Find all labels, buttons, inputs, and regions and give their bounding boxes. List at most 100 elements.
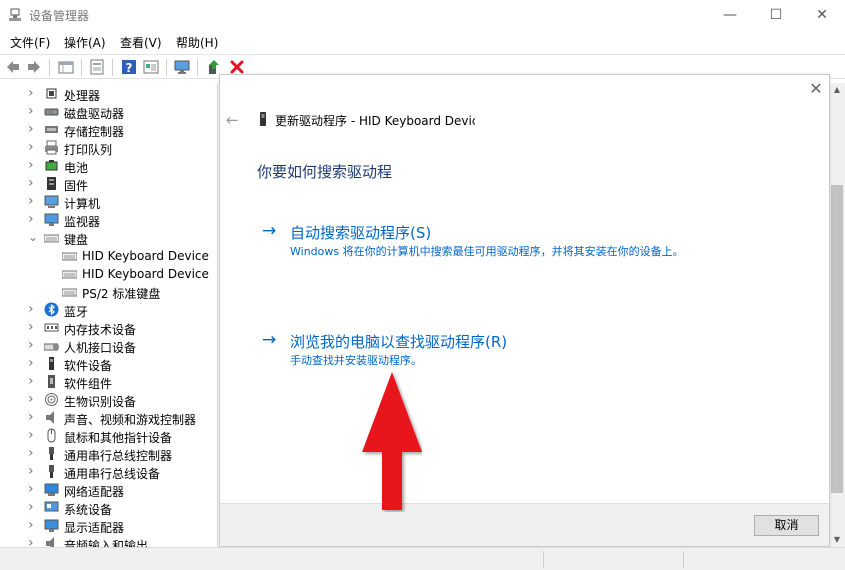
chevron-right-icon[interactable]: ›	[28, 392, 38, 406]
menu-bar: 文件(F) 操作(A) 查看(V) 帮助(H)	[0, 31, 845, 52]
tree-node-label: 计算机	[64, 197, 101, 211]
chevron-right-icon[interactable]: ›	[28, 356, 38, 370]
tree-node[interactable]: › 系统设备	[0, 499, 217, 517]
tree-node[interactable]: › 电池	[0, 157, 217, 175]
device-manager-icon	[9, 8, 21, 21]
tree-node[interactable]: › 磁盘驱动器	[0, 103, 217, 121]
tree-node[interactable]: › 音频输入和输出	[0, 535, 217, 547]
chevron-right-icon[interactable]: ›	[28, 86, 38, 100]
chevron-right-icon[interactable]: ›	[28, 464, 38, 478]
minimize-button[interactable]: —	[707, 0, 753, 31]
chevron-right-icon[interactable]: ›	[28, 212, 38, 226]
keyboard-icon	[62, 252, 77, 261]
mouse-icon	[47, 428, 56, 443]
tree-node[interactable]: › 存储控制器	[0, 121, 217, 139]
tree-node-label: 软件组件	[64, 377, 113, 391]
back-arrow-icon[interactable]: ←	[226, 111, 239, 129]
chevron-right-icon[interactable]: ›	[28, 176, 38, 190]
tree-node[interactable]: › 显示适配器	[0, 517, 217, 535]
update-driver-icon[interactable]	[206, 59, 222, 75]
menu-view[interactable]: 查看(V)	[120, 34, 162, 51]
menu-help[interactable]: 帮助(H)	[176, 34, 218, 51]
arrow-right-icon: →	[262, 221, 277, 241]
chevron-right-icon[interactable]: ›	[28, 500, 38, 514]
tree-node[interactable]: › 生物识别设备	[0, 391, 217, 409]
close-button[interactable]: ✕	[799, 0, 845, 31]
tree-node-label: 固件	[64, 179, 89, 193]
vertical-scrollbar[interactable]: ▲ ▼	[829, 83, 845, 547]
tree-node[interactable]: › 鼠标和其他指针设备	[0, 427, 217, 445]
tree-node-label: 磁盘驱动器	[64, 107, 125, 121]
tree-node-label: 生物识别设备	[64, 395, 137, 409]
option-auto-search[interactable]: → 自动搜索驱动程序(S) Windows 将在你的计算机中搜索最佳可用驱动程序…	[262, 221, 782, 271]
tree-node[interactable]: › 处理器	[0, 85, 217, 103]
chevron-right-icon[interactable]: ›	[28, 338, 38, 352]
help-icon[interactable]: ?	[121, 59, 137, 75]
tree-node-label: 音频输入和输出	[64, 539, 149, 547]
tree-node[interactable]: HID Keyboard Device	[0, 247, 217, 265]
tree-node[interactable]: ⌄ 键盘	[0, 229, 217, 247]
uninstall-icon[interactable]	[229, 59, 245, 75]
tree-node[interactable]: › 固件	[0, 175, 217, 193]
menu-action[interactable]: 操作(A)	[64, 34, 106, 51]
disk-drive-icon	[44, 108, 59, 116]
dialog-close-button[interactable]: ✕	[808, 81, 824, 97]
chevron-right-icon[interactable]: ›	[28, 482, 38, 496]
tree-node[interactable]: › 通用串行总线设备	[0, 463, 217, 481]
tree-node[interactable]: › 蓝牙	[0, 301, 217, 319]
keyboard-icon	[62, 270, 77, 279]
back-icon[interactable]	[5, 59, 21, 75]
window-title: 设备管理器	[29, 9, 90, 23]
chevron-right-icon[interactable]: ›	[28, 428, 38, 442]
tree-node-label: 通用串行总线控制器	[64, 449, 173, 463]
chevron-right-icon[interactable]: ›	[28, 320, 38, 334]
option-title[interactable]: 自动搜索驱动程序(S)	[290, 222, 431, 243]
tree-node[interactable]: › 人机接口设备	[0, 337, 217, 355]
tree-node[interactable]: › 监视器	[0, 211, 217, 229]
chevron-right-icon[interactable]: ›	[28, 104, 38, 118]
chevron-right-icon[interactable]: ›	[28, 374, 38, 388]
tree-node[interactable]: › 软件设备	[0, 355, 217, 373]
monitor-icon[interactable]	[174, 59, 190, 75]
tree-node-label: 电池	[64, 161, 89, 175]
printer-icon	[45, 140, 58, 155]
bluetooth-icon	[44, 302, 59, 317]
chevron-right-icon[interactable]: ›	[28, 140, 38, 154]
tree-node-label: 内存技术设备	[64, 323, 137, 337]
page-icon[interactable]	[89, 59, 105, 75]
tree-node[interactable]: › 声音、视频和游戏控制器	[0, 409, 217, 427]
properties-grid-icon[interactable]	[58, 59, 74, 75]
chevron-right-icon[interactable]: ›	[28, 158, 38, 172]
chevron-right-icon[interactable]: ›	[28, 446, 38, 460]
tree-node[interactable]: › 打印队列	[0, 139, 217, 157]
chevron-right-icon[interactable]: ›	[28, 194, 38, 208]
tree-node[interactable]: HID Keyboard Device	[0, 265, 217, 283]
tree-node-label: 打印队列	[64, 143, 113, 157]
option-title[interactable]: 浏览我的电脑以查找驱动程序(R)	[290, 331, 507, 352]
option-browse-computer[interactable]: → 浏览我的电脑以查找驱动程序(R) 手动查找并安装驱动程序。	[262, 330, 782, 380]
device-tree: › 处理器 › 磁盘驱动器 › 存储控制器 › 打印队列 › 电池 › 固件 › 计算机 › 监视器 ⌄ 键盘 HI…	[0, 83, 218, 547]
tree-node[interactable]: › 网络适配器	[0, 481, 217, 499]
tree-node[interactable]: › 内存技术设备	[0, 319, 217, 337]
svg-text:?: ?	[126, 61, 133, 75]
tree-node[interactable]: PS/2 标准键盘	[0, 283, 217, 301]
scroll-thumb[interactable]	[831, 185, 843, 493]
tree-node-label: PS/2 标准键盘	[82, 287, 161, 301]
view-icon[interactable]	[143, 59, 159, 75]
processor-icon	[46, 88, 57, 99]
scroll-up-icon[interactable]: ▲	[829, 83, 845, 97]
scroll-down-icon[interactable]: ▼	[829, 533, 845, 547]
chevron-right-icon[interactable]: ›	[28, 122, 38, 136]
cancel-button[interactable]: 取消	[754, 515, 819, 536]
chevron-right-icon[interactable]: ›	[28, 518, 38, 532]
tree-node[interactable]: › 计算机	[0, 193, 217, 211]
chevron-down-icon[interactable]: ⌄	[28, 231, 38, 243]
forward-icon[interactable]	[26, 59, 42, 75]
tree-node[interactable]: › 软件组件	[0, 373, 217, 391]
chevron-right-icon[interactable]: ›	[28, 302, 38, 316]
tree-node[interactable]: › 通用串行总线控制器	[0, 445, 217, 463]
chevron-right-icon[interactable]: ›	[28, 536, 38, 547]
maximize-button[interactable]: ☐	[753, 0, 799, 31]
menu-file[interactable]: 文件(F)	[10, 34, 50, 51]
chevron-right-icon[interactable]: ›	[28, 410, 38, 424]
